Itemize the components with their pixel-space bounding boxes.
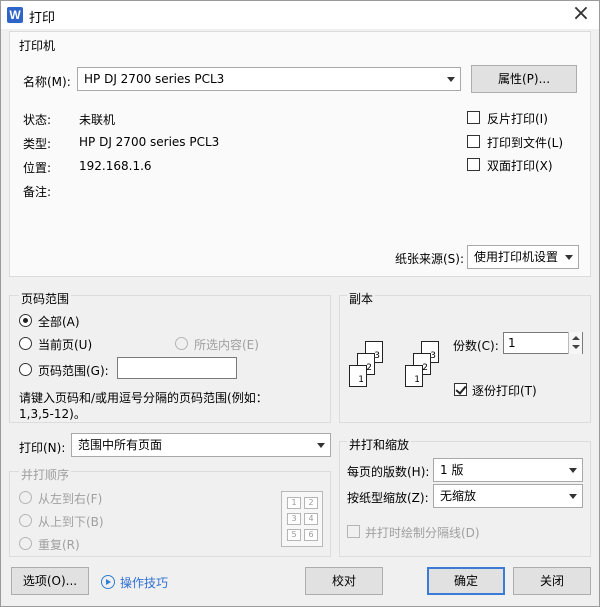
draw-border-label: 并打时绘制分隔线(D) — [365, 526, 480, 540]
repeat-label: 重复(R) — [38, 538, 80, 552]
play-tips-icon[interactable] — [101, 575, 115, 589]
comment-label: 备注: — [23, 185, 52, 199]
page-range-hint-example: 1,3,5-12)。 — [19, 407, 86, 421]
selection-radio[interactable] — [175, 337, 188, 350]
left-to-right-radio[interactable] — [19, 491, 32, 504]
copies-spinner[interactable] — [568, 332, 582, 354]
reverse-print-label: 反片打印(I) — [487, 112, 548, 126]
current-page-label: 当前页(U) — [38, 338, 93, 352]
page-range-label: 页码范围(G): — [38, 364, 109, 378]
chevron-down-icon — [565, 255, 573, 260]
printer-name-select[interactable]: HP DJ 2700 series PCL3 — [77, 67, 461, 91]
reverse-print-checkbox[interactable] — [467, 111, 480, 124]
chevron-down-icon — [569, 494, 577, 499]
spin-up-icon[interactable] — [572, 336, 580, 340]
paper-source-select[interactable]: 使用打印机设置 — [467, 245, 579, 269]
zoom-title: 并打和缩放 — [347, 436, 412, 453]
location-label: 位置: — [23, 161, 52, 175]
tips-link[interactable]: 操作技巧 — [120, 574, 168, 591]
type-label: 类型: — [23, 137, 52, 151]
pages-per-sheet-label: 每页的版数(H): — [347, 465, 430, 479]
type-value: HP DJ 2700 series PCL3 — [79, 135, 220, 149]
collate-checkbox[interactable] — [454, 383, 467, 396]
top-to-bottom-radio[interactable] — [19, 514, 32, 527]
print-what-label: 打印(N): — [19, 441, 66, 455]
status-label: 状态: — [23, 113, 52, 127]
print-to-file-label: 打印到文件(L) — [487, 136, 564, 150]
chevron-down-icon — [569, 468, 577, 473]
properties-button[interactable]: 属性(P)... — [471, 65, 577, 93]
paper-source-label: 纸张来源(S): — [395, 252, 465, 266]
title-bar: W 打印 × — [1, 1, 599, 29]
chevron-down-icon — [317, 443, 325, 448]
current-page-radio[interactable] — [19, 337, 32, 350]
left-to-right-label: 从左到右(F) — [38, 492, 103, 506]
print-dialog: W 打印 × 打印机 名称(M): HP DJ 2700 series PCL3… — [0, 0, 600, 607]
status-value: 未联机 — [79, 113, 116, 127]
selection-label: 所选内容(E) — [194, 338, 259, 352]
location-value: 192.168.1.6 — [79, 159, 152, 173]
all-pages-radio[interactable] — [19, 314, 32, 327]
page-range-title: 页码范围 — [19, 290, 72, 307]
window-title: 打印 — [29, 11, 56, 26]
ok-button[interactable]: 确定 — [427, 567, 505, 595]
scale-select[interactable]: 无缩放 — [433, 484, 583, 508]
close-icon[interactable]: × — [569, 3, 593, 27]
scale-label: 按纸型缩放(Z): — [347, 491, 429, 505]
duplex-print-checkbox[interactable] — [467, 158, 480, 171]
scale-value: 无缩放 — [440, 489, 477, 503]
repeat-radio[interactable] — [19, 537, 32, 550]
printer-group-title: 打印机 — [19, 39, 56, 53]
chevron-down-icon — [447, 77, 455, 82]
page-range-radio[interactable] — [19, 363, 32, 376]
printer-name-value: HP DJ 2700 series PCL3 — [84, 72, 225, 86]
page-range-hint: 请键入页码和/或用逗号分隔的页码范围(例如： — [19, 391, 268, 405]
collate-illustration: 3 2 1 3 2 1 — [347, 339, 439, 393]
pages-per-sheet-select[interactable]: 1 版 — [433, 458, 583, 482]
page-range-input[interactable] — [117, 357, 237, 379]
close-button[interactable]: 关闭 — [513, 567, 591, 595]
all-pages-label: 全部(A) — [38, 315, 80, 329]
copies-count-label: 份数(C): — [453, 339, 499, 353]
collate-label: 逐份打印(T) — [472, 384, 537, 398]
options-button[interactable]: 选项(O)... — [11, 567, 89, 595]
print-what-value: 范围中所有页面 — [78, 438, 163, 452]
paper-source-value: 使用打印机设置 — [474, 250, 559, 264]
top-to-bottom-label: 从上到下(B) — [38, 515, 104, 529]
print-order-grid-icon: 1 2 3 4 5 6 — [281, 491, 323, 547]
copies-title: 副本 — [347, 290, 376, 307]
duplex-print-label: 双面打印(X) — [487, 159, 553, 173]
stack-a-page-1: 1 — [349, 365, 367, 387]
print-what-select[interactable]: 范围中所有页面 — [71, 433, 331, 457]
stack-b-page-1: 1 — [405, 365, 423, 387]
draw-border-checkbox[interactable] — [347, 525, 360, 538]
print-order-title: 并打顺序 — [19, 466, 72, 483]
print-to-file-checkbox[interactable] — [467, 135, 480, 148]
proofread-button[interactable]: 校对 — [305, 567, 383, 595]
printer-name-label: 名称(M): — [23, 75, 71, 89]
pages-per-sheet-value: 1 版 — [440, 463, 464, 477]
spin-down-icon[interactable] — [572, 345, 580, 349]
wps-writer-icon: W — [7, 7, 23, 23]
